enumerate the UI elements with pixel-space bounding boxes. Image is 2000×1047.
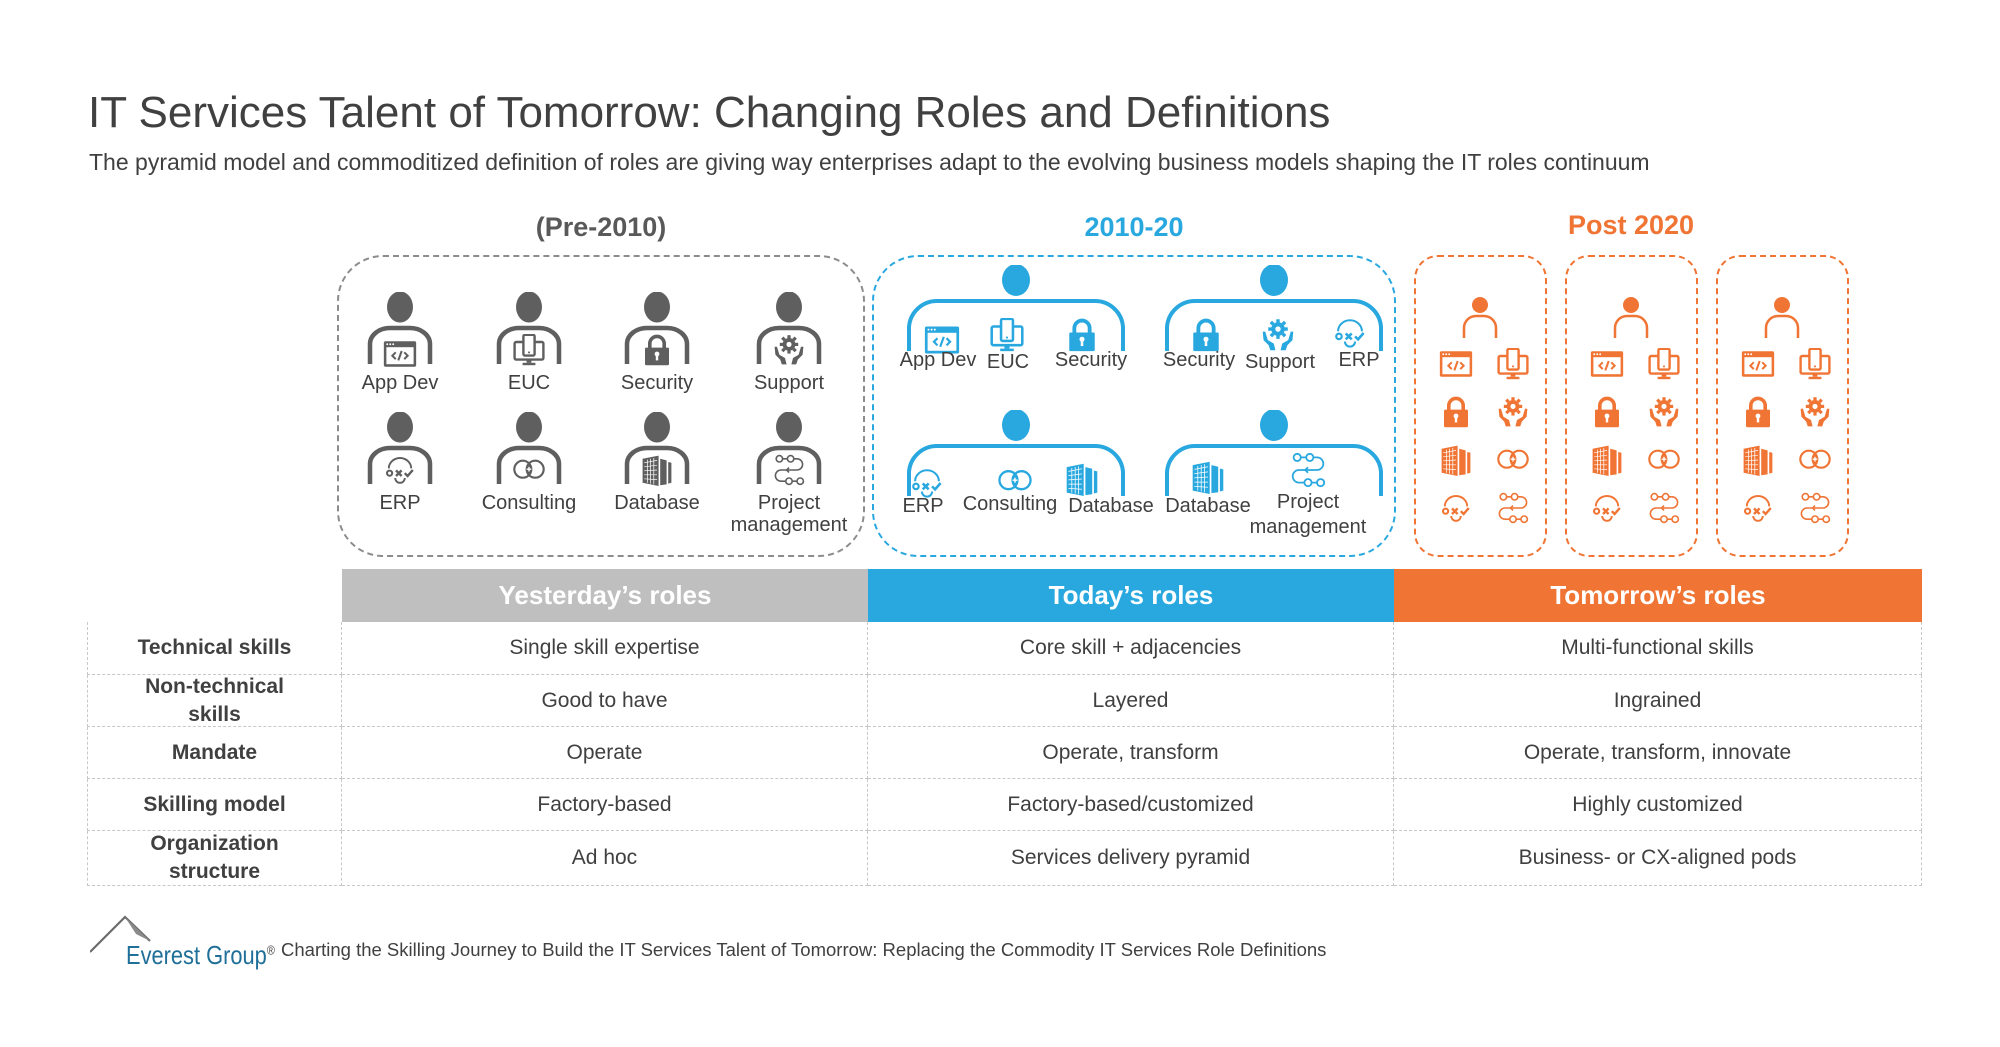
role-person-support: Support [729,292,849,394]
pod-person-icon [1462,297,1498,338]
database-building-icon [1064,462,1100,496]
row-label: Technical skills [87,622,342,675]
device-monitor-icon [989,318,1025,352]
skill-label: management [1249,516,1367,538]
workflow-icon [1496,492,1530,524]
row-label: Organization structure [87,831,342,886]
padlock-icon [1590,396,1624,428]
database-building-icon [1190,460,1226,494]
footer-source-text: Charting the Skilling Journey to Build t… [281,939,1327,960]
padlock-icon [1741,396,1775,428]
role-person-security: Security [597,292,717,394]
table-cell: Ad hoc [342,831,868,886]
brand-name: Everest Group [126,940,267,970]
code-window-icon [1741,348,1775,380]
skill-label: ERP [1338,349,1380,371]
database-building-icon [1741,444,1775,476]
table-cell: Services delivery pyramid [868,831,1394,886]
database-building-icon [1590,444,1624,476]
skill-label: Security [1054,349,1128,371]
role-label: EUC [507,372,551,394]
role-label: Consulting [481,492,577,514]
role-label: App Dev [361,372,439,394]
consulting-icon [1647,444,1681,476]
database-building-icon [1439,444,1473,476]
table-cell: Core skill + adjacencies [868,622,1394,675]
pod-person-icon [1764,297,1800,338]
gear-hands-icon [1496,396,1530,428]
table-cell: Factory-based [342,779,868,831]
role-label: Project management [730,492,848,536]
role-person-euc: EUC [469,292,589,394]
row-label: Skilling model [87,779,342,831]
table-cell: Layered [868,675,1394,727]
role-label: Security [620,372,694,394]
column-header-yesterday: Yesterday’s roles [342,569,868,622]
code-window-icon [383,338,417,370]
workflow-icon [1798,492,1832,524]
page-title: IT Services Talent of Tomorrow: Changing… [88,88,1331,137]
footer-brand: Everest Group® [126,940,275,971]
role-person-project-management: Project management [729,412,849,536]
column-header-tomorrow: Tomorrow’s roles [1394,569,1922,622]
role-label: Database [614,492,700,514]
code-window-icon [1590,348,1624,380]
skill-label: Project [1276,491,1340,513]
role-label: ERP [379,492,421,514]
era-label-pre-2010: (Pre-2010) [535,212,667,242]
padlock-icon [640,334,674,366]
table-cell: Multi-functional skills [1394,622,1922,675]
erp-cycle-icon [1332,316,1368,350]
workflow-icon [1647,492,1681,524]
erp-cycle-icon [383,454,417,486]
row-label: Non-technical skills [87,675,342,727]
registered-mark: ® [266,942,275,958]
device-monitor-icon [1496,348,1530,380]
database-building-icon [640,454,674,486]
gear-hands-icon [772,334,806,366]
padlock-icon [1064,318,1100,352]
role-label: Support [753,372,825,394]
code-window-icon [1439,348,1473,380]
role-person-erp: ERP [340,412,460,514]
consulting-icon [512,454,546,486]
table-cell: Operate, transform, innovate [1394,727,1922,779]
erp-cycle-icon [1741,492,1775,524]
column-header-today: Today’s roles [868,569,1394,622]
table-cell: Highly customized [1394,779,1922,831]
table-cell: Single skill expertise [342,622,868,675]
consulting-icon [1496,444,1530,476]
role-person-database: Database [597,412,717,514]
padlock-icon [1439,396,1473,428]
row-label: Mandate [87,727,342,779]
table-cell: Good to have [342,675,868,727]
device-monitor-icon [1798,348,1832,380]
workflow-icon [772,454,806,486]
table-cell: Operate, transform [868,727,1394,779]
gear-hands-icon [1647,396,1681,428]
table-cell: Ingrained [1394,675,1922,727]
device-monitor-icon [512,334,546,366]
era-label-2010-20: 2010-20 [1084,212,1184,242]
table-cell: Operate [342,727,868,779]
pod-person-icon [1613,297,1649,338]
table-cell: Business- or CX-aligned pods [1394,831,1922,886]
role-person-consulting: Consulting [469,412,589,514]
device-monitor-icon [1647,348,1681,380]
erp-cycle-icon [1439,492,1473,524]
gear-hands-icon [1798,396,1832,428]
erp-cycle-icon [1590,492,1624,524]
role-person-app-dev: App Dev [340,292,460,394]
page-subtitle: The pyramid model and commoditized defin… [89,149,1650,175]
consulting-icon [1798,444,1832,476]
padlock-icon [1188,318,1224,352]
table-cell: Factory-based/customized [868,779,1394,831]
era-label-post-2020: Post 2020 [1567,210,1695,240]
workflow-icon [1290,452,1326,488]
gear-hands-icon [1260,318,1296,352]
